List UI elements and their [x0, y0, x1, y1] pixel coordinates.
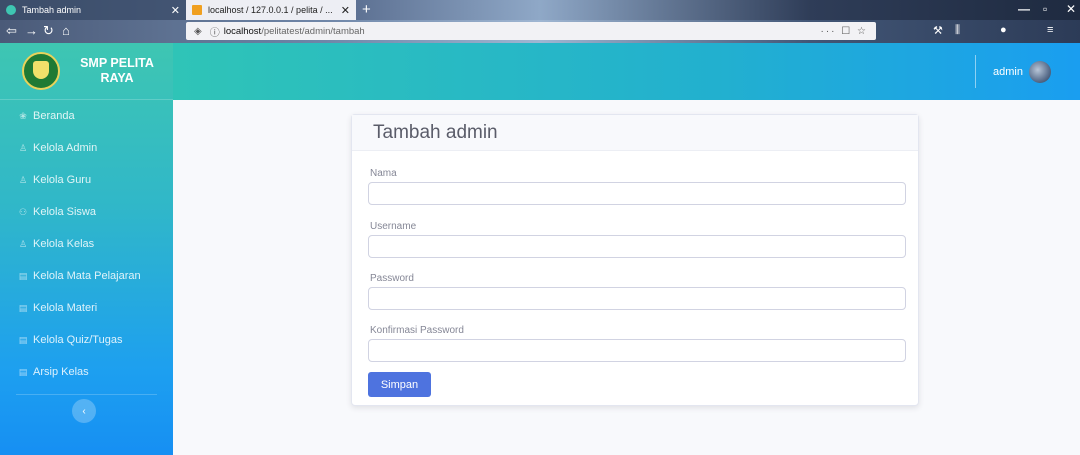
sidebar-item-label: Kelola Materi [33, 302, 98, 314]
sidebar: SMP PELITA RAYA ❀ Beranda ♙ Kelola Admin ♙ Ke… [0, 43, 173, 455]
browser-tab-bar: Tambah admin ✕ localhost / 127.0.0.1 / p… [0, 0, 1080, 20]
user-icon: ♙ [18, 174, 28, 185]
new-tab-button[interactable]: + [362, 1, 371, 19]
page-favicon-icon [6, 5, 16, 15]
sidebar-item-label: Kelola Quiz/Tugas [33, 334, 123, 346]
sidebar-item-label: Beranda [33, 110, 75, 122]
url-path: /pelitatest/admin/tambah [261, 25, 365, 37]
sidebar-divider [16, 394, 157, 395]
book-icon: ▤ [18, 334, 28, 345]
sidebar-toggle-button[interactable]: ‹ [72, 399, 96, 423]
minimize-icon[interactable]: — [1018, 2, 1030, 16]
wrench-icon[interactable]: ⚒ [933, 24, 943, 37]
school-logo-icon [22, 52, 60, 90]
avatar [1028, 61, 1051, 83]
reload-icon[interactable]: ↻ [43, 23, 54, 39]
tab-title: Tambah admin [22, 5, 82, 15]
sidebar-item-label: Kelola Siswa [33, 206, 96, 218]
sidebar-item-label: Kelola Admin [33, 142, 98, 154]
sidebar-item-label: Kelola Mata Pelajaran [33, 270, 141, 282]
close-tab-icon[interactable]: ✕ [341, 4, 350, 17]
restore-icon[interactable]: ▫ [1043, 2, 1047, 16]
nama-field[interactable] [368, 182, 906, 205]
forward-icon[interactable]: → [25, 23, 38, 39]
info-icon[interactable]: ⓘ [210, 24, 220, 39]
menu-icon[interactable]: ≡ [1047, 24, 1053, 36]
home-icon: ❀ [19, 110, 27, 121]
sidebar-item-beranda[interactable]: ❀ Beranda [0, 100, 173, 132]
brand-name: SMP PELITA RAYA [80, 56, 154, 85]
topbar-divider [975, 55, 976, 88]
confirm-password-field[interactable] [368, 339, 906, 362]
user-name: admin [993, 66, 1023, 78]
password-field[interactable] [368, 287, 906, 310]
browser-tab-active[interactable]: Tambah admin ✕ [0, 0, 186, 20]
sidebar-item-kelola-materi[interactable]: ▤ Kelola Materi [0, 292, 173, 324]
username-label: Username [370, 221, 417, 232]
url-host: localhost [223, 25, 262, 37]
book-icon: ▤ [18, 302, 28, 313]
sidebar-item-label: Kelola Kelas [33, 238, 95, 250]
book-icon: ▤ [18, 366, 28, 377]
sidebar-item-kelola-kelas[interactable]: ♙ Kelola Kelas [0, 228, 173, 260]
address-bar[interactable]: ◈ ⓘ localhost /pelitatest/admin/tambah ·… [186, 22, 876, 40]
nama-label: Nama [370, 168, 397, 179]
back-icon[interactable]: ⇦ [6, 23, 17, 39]
sidebar-menu: ❀ Beranda ♙ Kelola Admin ♙ Kelola Guru ⚇ Kelola… [0, 100, 173, 395]
library-icon[interactable]: ⫼ [955, 24, 960, 37]
tab-title: localhost / 127.0.0.1 / pelita / ... [208, 5, 333, 15]
sidebar-item-kelola-quiz-tugas[interactable]: ▤ Kelola Quiz/Tugas [0, 324, 173, 356]
phpmyadmin-favicon-icon [192, 5, 202, 15]
user-icon: ♙ [18, 238, 28, 249]
sidebar-item-kelola-mata-pelajaran[interactable]: ▤ Kelola Mata Pelajaran [0, 260, 173, 292]
sidebar-item-kelola-admin[interactable]: ♙ Kelola Admin [0, 132, 173, 164]
close-window-icon[interactable]: ✕ [1066, 2, 1076, 16]
password-label: Password [370, 273, 414, 284]
sidebar-item-kelola-guru[interactable]: ♙ Kelola Guru [0, 164, 173, 196]
sidebar-item-label: Arsip Kelas [33, 366, 89, 378]
page-actions[interactable]: ··· ☐ ☆ [821, 26, 868, 37]
users-icon: ⚇ [18, 206, 28, 217]
username-field[interactable] [368, 235, 906, 258]
sidebar-item-arsip-kelas[interactable]: ▤ Arsip Kelas [0, 356, 173, 388]
card-title: Tambah admin [352, 115, 918, 151]
confirm-password-label: Konfirmasi Password [370, 325, 464, 336]
book-icon: ▤ [18, 270, 28, 281]
browser-tab[interactable]: localhost / 127.0.0.1 / pelita / ... ✕ [186, 0, 356, 20]
browser-nav-bar: ⇦ → ↻ ⌂ ◈ ⓘ localhost /pelitatest/admin/… [0, 20, 1080, 43]
add-admin-card: Tambah admin Nama Username Password Konf… [351, 114, 919, 406]
sidebar-item-kelola-siswa[interactable]: ⚇ Kelola Siswa [0, 196, 173, 228]
user-dropdown[interactable]: admin [993, 61, 1051, 83]
sidebar-brand[interactable]: SMP PELITA RAYA [0, 43, 173, 100]
close-tab-icon[interactable]: ✕ [171, 4, 180, 17]
home-icon[interactable]: ⌂ [62, 23, 70, 39]
save-button[interactable]: Simpan [368, 372, 431, 397]
user-icon: ♙ [18, 142, 28, 153]
topbar: admin [173, 43, 1080, 100]
shield-icon: ◈ [194, 25, 202, 37]
sidebar-item-label: Kelola Guru [33, 174, 92, 186]
extension-icon[interactable]: ● [1000, 24, 1007, 36]
